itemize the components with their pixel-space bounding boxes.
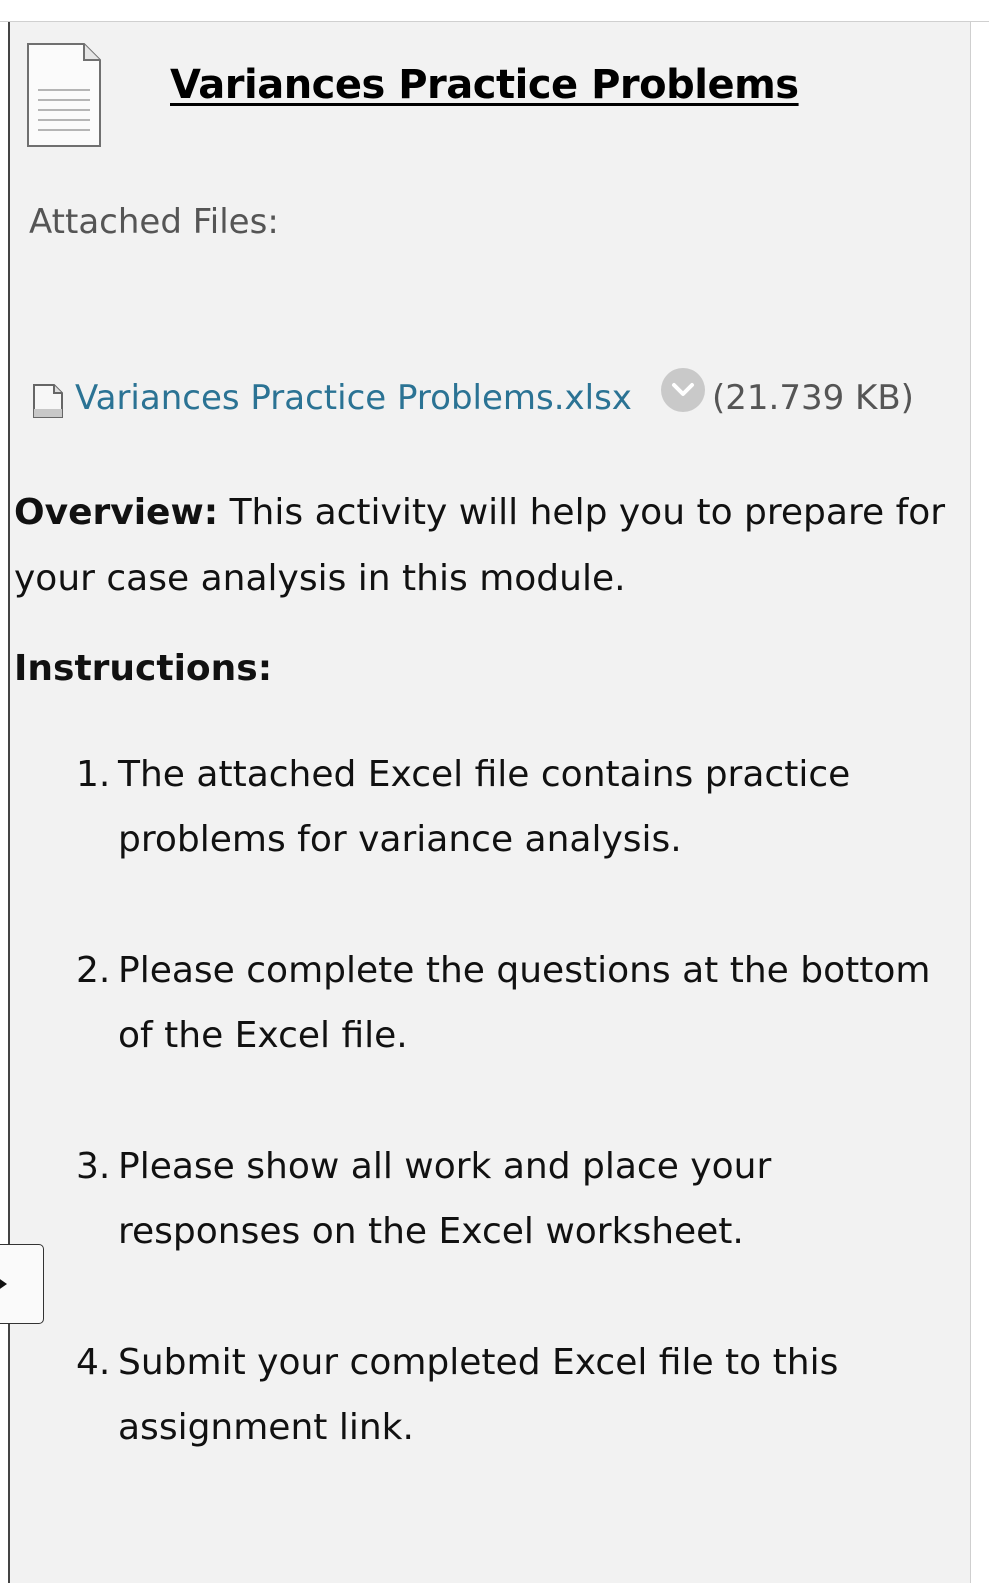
page-title[interactable]: Variances Practice Problems xyxy=(170,62,799,108)
step-text: Please complete the questions at the bot… xyxy=(118,950,931,1056)
file-icon xyxy=(33,384,63,418)
list-item: 4. Submit your completed Excel file to t… xyxy=(76,1330,956,1460)
list-item: 2. Please complete the questions at the … xyxy=(76,938,956,1068)
step-number: 4. xyxy=(76,1342,111,1383)
step-number: 1. xyxy=(76,754,111,795)
attachment-menu-button[interactable] xyxy=(661,368,705,412)
overview-paragraph: Overview: This activity will help you to… xyxy=(14,480,949,612)
list-item: 3. Please show all work and place your r… xyxy=(76,1134,956,1264)
attached-files-label: Attached Files: xyxy=(29,202,279,242)
arrow-right-icon xyxy=(0,1279,7,1289)
step-text: Please show all work and place your resp… xyxy=(118,1146,772,1252)
step-text: Submit your completed Excel file to this… xyxy=(118,1342,839,1448)
step-text: The attached Excel file contains practic… xyxy=(118,754,851,860)
side-panel-toggle[interactable] xyxy=(0,1244,44,1324)
attachment-link[interactable]: Variances Practice Problems.xlsx xyxy=(75,378,632,418)
step-number: 2. xyxy=(76,950,111,991)
top-bar xyxy=(0,0,989,22)
document-icon xyxy=(27,43,101,147)
instructions-heading: Instructions: xyxy=(14,648,273,689)
step-number: 3. xyxy=(76,1146,111,1187)
attachment-row: Variances Practice Problems.xlsx (21.739… xyxy=(32,368,952,428)
list-item: 1. The attached Excel file contains prac… xyxy=(76,742,956,872)
chevron-down-icon xyxy=(672,383,694,396)
overview-label: Overview: xyxy=(14,492,219,533)
attachment-size: (21.739 KB) xyxy=(712,378,914,418)
instructions-list: 1. The attached Excel file contains prac… xyxy=(76,742,956,1526)
